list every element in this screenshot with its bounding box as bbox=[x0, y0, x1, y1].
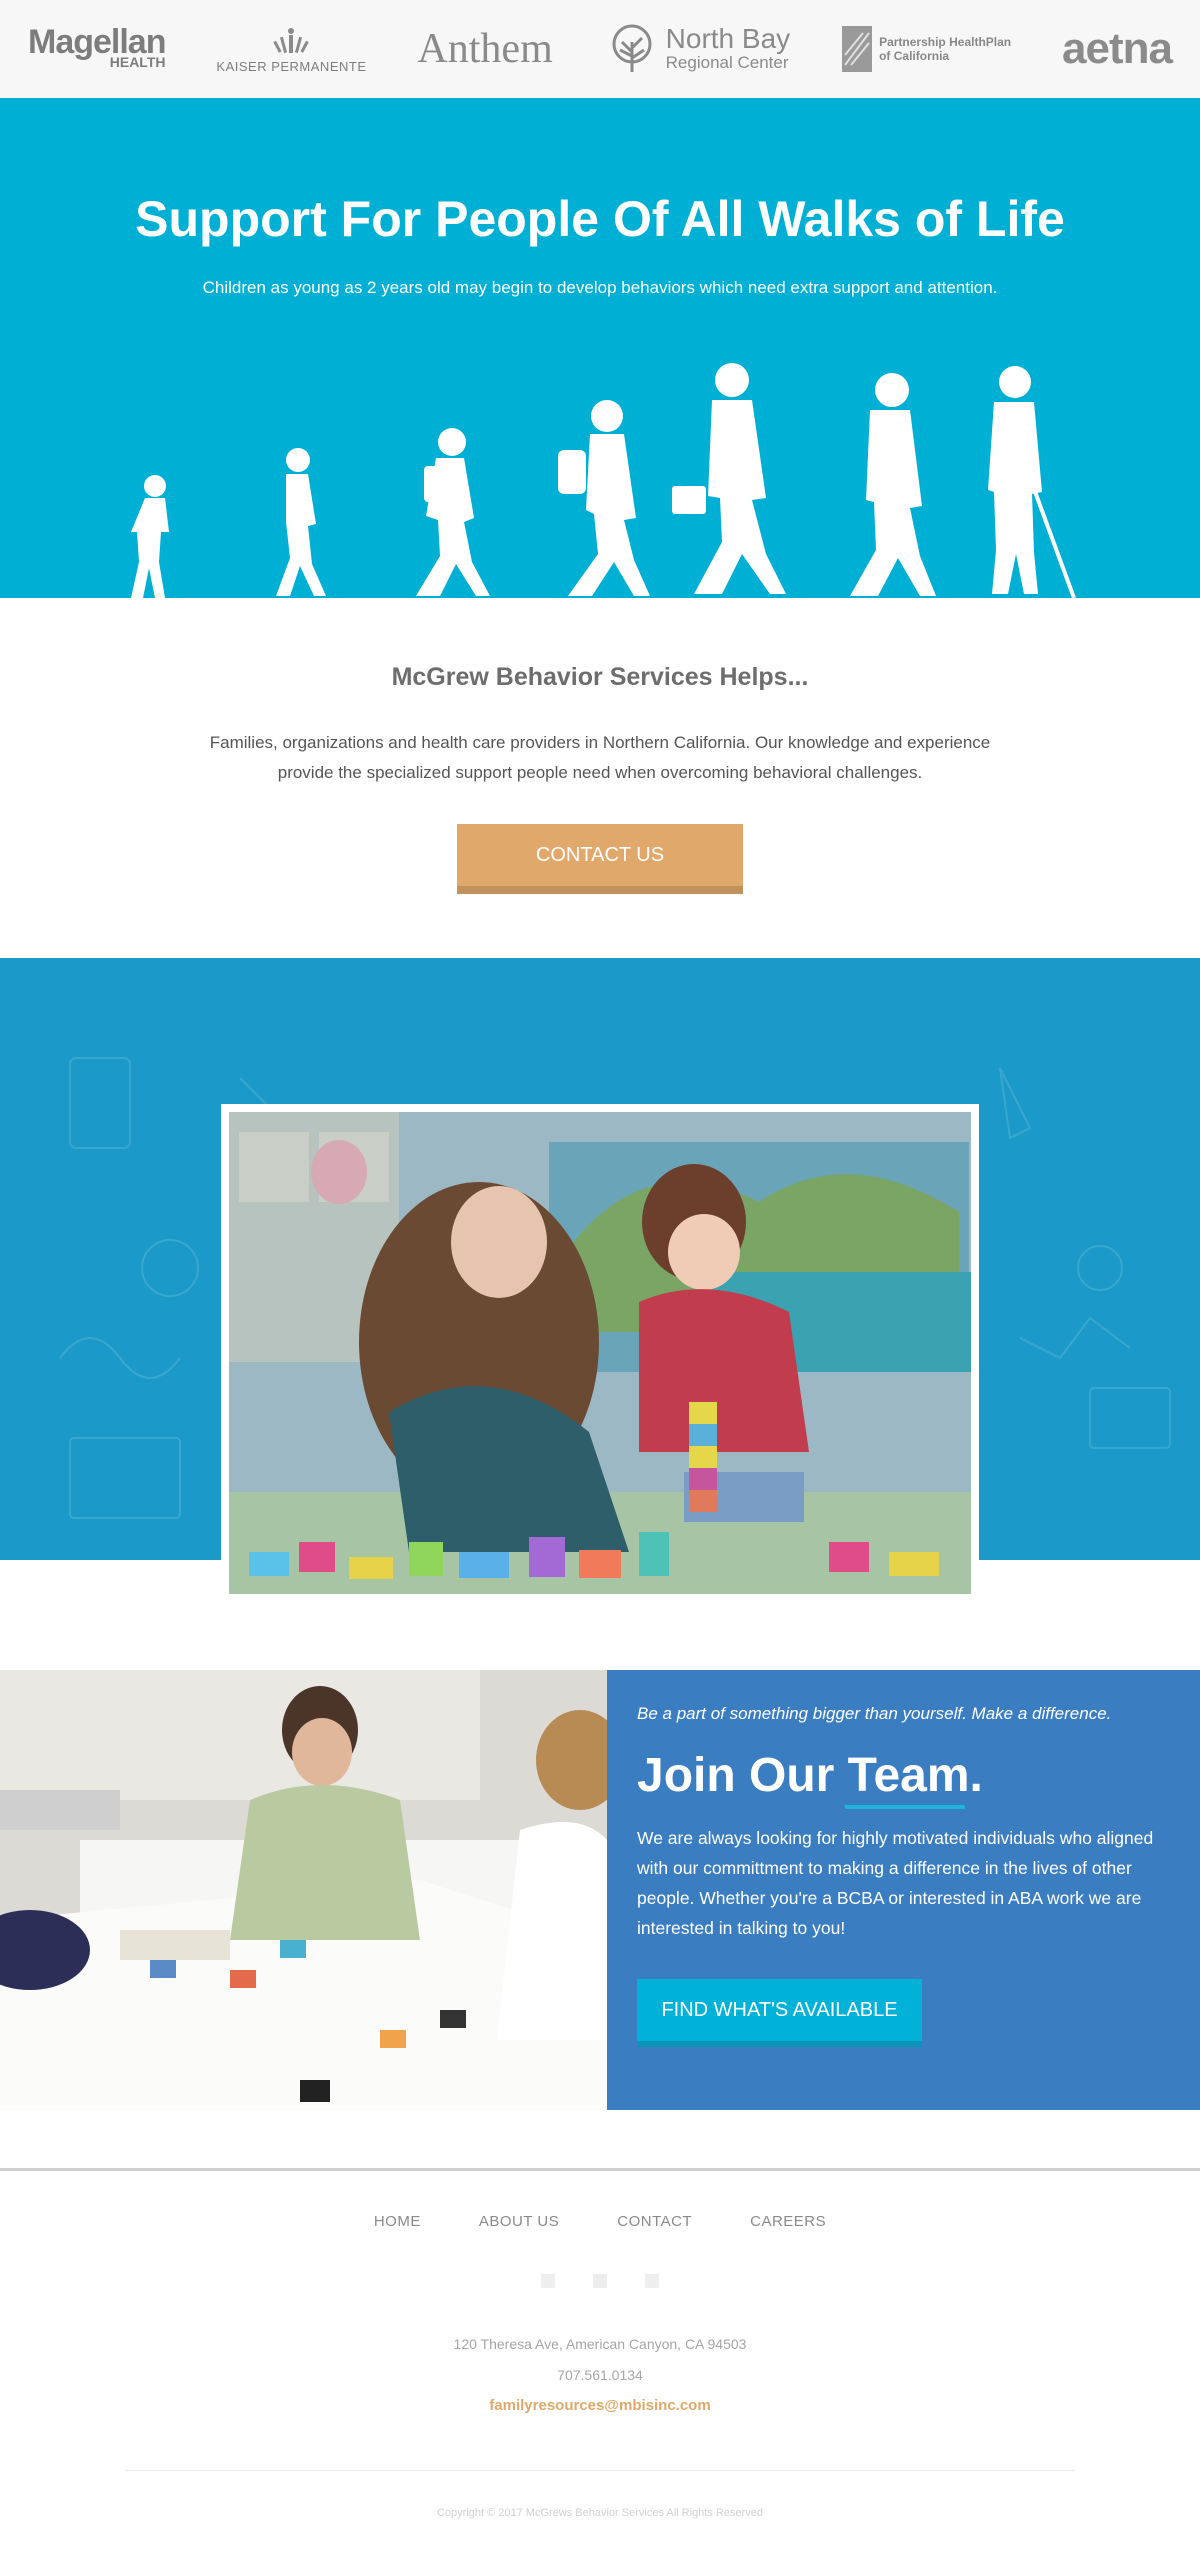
team-meeting-illustration bbox=[0, 1670, 607, 2110]
partner-logos-bar: Magellan HEALTH KAISER PERMANENTE Anthem bbox=[0, 0, 1200, 98]
partnership-emblem-icon bbox=[842, 26, 873, 72]
walks-of-life-silhouettes bbox=[131, 363, 1076, 598]
kaiser-permanente-logo: KAISER PERMANENTE bbox=[216, 25, 366, 74]
tree-icon bbox=[612, 24, 652, 72]
footer-phone[interactable]: 707.561.0134 bbox=[0, 2367, 1200, 2383]
contact-us-button[interactable]: CONTACT US bbox=[457, 824, 743, 894]
woman-child-blocks-photo bbox=[229, 1112, 971, 1594]
title-underline bbox=[845, 1805, 965, 1809]
child-silhouette bbox=[276, 448, 326, 596]
join-team-panel: Be a part of something bigger than yours… bbox=[607, 1670, 1200, 2110]
middle-aged-silhouette bbox=[850, 373, 936, 596]
kaiser-sunburst-icon bbox=[273, 27, 310, 53]
helps-title: McGrew Behavior Services Helps... bbox=[391, 663, 809, 691]
footer-link-careers[interactable]: CAREERS bbox=[750, 2213, 826, 2230]
hero-title: Support For People Of All Walks of Life bbox=[135, 191, 1065, 247]
footer-link-contact[interactable]: CONTACT bbox=[617, 2213, 692, 2230]
woman-child-blocks-illustration bbox=[229, 1112, 971, 1594]
team-title: Join Our Team. bbox=[637, 1749, 983, 1802]
footer-copyright: Copyright © 2017 McGrews Behavior Servic… bbox=[436, 2507, 763, 2519]
footer-link-home[interactable]: HOME bbox=[374, 2213, 421, 2230]
schoolkid-silhouette bbox=[416, 428, 490, 596]
social-icons bbox=[0, 2274, 1200, 2288]
footer-email[interactable]: familyresources@mbisinc.com bbox=[0, 2397, 1200, 2414]
north-bay-regional-center-logo: North Bay Regional Center bbox=[604, 24, 790, 74]
twitter-icon[interactable] bbox=[593, 2274, 607, 2288]
anthem-logo: Anthem bbox=[417, 26, 553, 72]
hero-subtitle: Children as young as 2 years old may beg… bbox=[202, 278, 998, 297]
footer-address: 120 Theresa Ave, American Canyon, CA 945… bbox=[453, 2336, 747, 2352]
footer-nav: HOME ABOUT US CONTACT CAREERS bbox=[0, 2213, 1200, 2230]
adult-briefcase-silhouette bbox=[672, 363, 786, 594]
helps-body: Families, organizations and health care … bbox=[209, 733, 991, 782]
footer-divider bbox=[125, 2470, 1075, 2471]
child-play-photo-frame bbox=[221, 1104, 979, 1602]
team-meeting-photo bbox=[0, 1670, 607, 2110]
page: Magellan HEALTH KAISER PERMANENTE Anthem bbox=[0, 0, 1200, 2574]
join-team-section: Be a part of something bigger than yours… bbox=[0, 1670, 1200, 2110]
hero-section: Support For People Of All Walks of Life … bbox=[0, 98, 1200, 598]
team-body: We are always looking for highly motivat… bbox=[637, 1828, 1154, 1938]
teen-silhouette bbox=[558, 400, 650, 596]
magellan-logo: Magellan HEALTH bbox=[28, 23, 166, 70]
site-footer: HOME ABOUT US CONTACT CAREERS 120 Theres… bbox=[0, 2168, 1200, 2574]
footer-link-about-us[interactable]: ABOUT US bbox=[479, 2213, 559, 2230]
elderly-cane-silhouette bbox=[988, 366, 1076, 598]
partnership-healthplan-logo: Partnership HealthPlan of California bbox=[841, 25, 1011, 73]
services-helps-section: McGrew Behavior Services Helps... Famili… bbox=[0, 598, 1200, 958]
find-whats-available-button[interactable]: FIND WHAT'S AVAILABLE bbox=[637, 1979, 922, 2047]
toddler-silhouette bbox=[131, 475, 169, 598]
facebook-icon[interactable] bbox=[541, 2274, 555, 2288]
linkedin-icon[interactable] bbox=[645, 2274, 659, 2288]
aetna-logo: aetna bbox=[1062, 24, 1173, 73]
team-tagline: Be a part of something bigger than yours… bbox=[637, 1704, 1112, 1723]
